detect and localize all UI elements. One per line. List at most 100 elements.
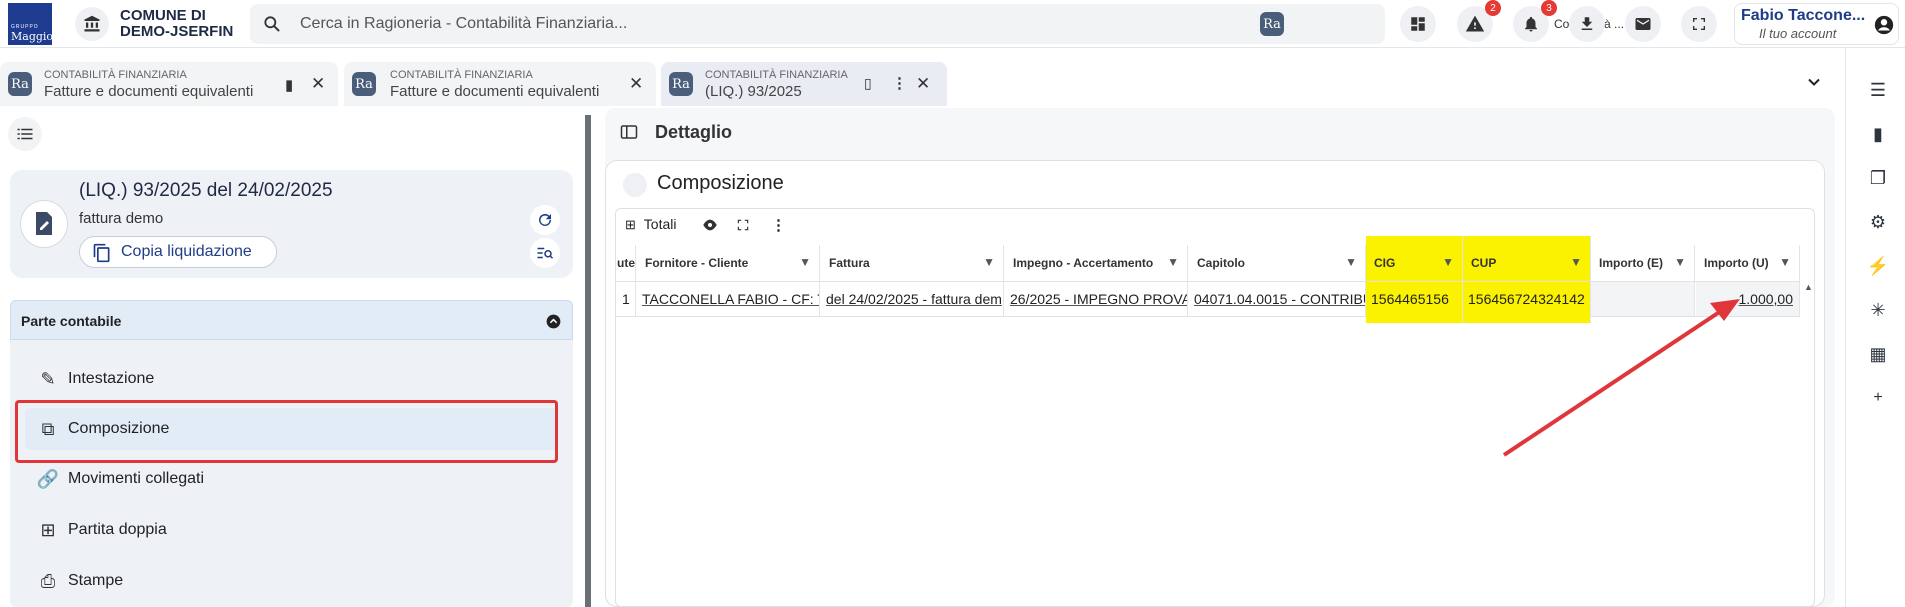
filter-icon[interactable]: ▼ xyxy=(1442,255,1454,269)
filter-icon[interactable]: ▼ xyxy=(799,255,811,269)
cell-cig[interactable]: 1564465156 xyxy=(1366,282,1463,323)
page-subtitle: fattura demo xyxy=(79,210,164,227)
scroll-up-icon[interactable]: ▲ xyxy=(1804,282,1813,292)
col-fattura[interactable]: Fattura ▼ xyxy=(821,245,1004,281)
cell-fornitore[interactable]: TACCONELLA FABIO - CF: TC xyxy=(637,282,820,316)
list-menu-icon[interactable] xyxy=(8,117,42,151)
calculator-icon[interactable]: ▦ xyxy=(1866,342,1890,366)
warning-icon xyxy=(1465,15,1485,32)
expand-icon[interactable] xyxy=(736,218,750,232)
collapse-icon[interactable] xyxy=(546,314,561,329)
col-label: Importo (U) xyxy=(1704,256,1769,270)
menu-item-movimenti-collegati[interactable]: 🔗 Movimenti collegati xyxy=(25,458,557,500)
ra-app-icon: Ra xyxy=(1260,12,1284,36)
notifications-button[interactable]: 3 xyxy=(1513,0,1557,42)
more-vert-icon[interactable]: ⋮ xyxy=(771,216,786,234)
top-bar: GRUPPO Maggioli COMUNE DI DEMO-JSERFIN C… xyxy=(0,0,1905,48)
search-input[interactable]: Cerca in Ragioneria - Contabilità Finanz… xyxy=(300,15,627,33)
add-icon[interactable]: + xyxy=(1866,386,1890,410)
hub-icon[interactable]: ✳ xyxy=(1866,298,1890,322)
checklist-icon[interactable]: ☰ xyxy=(1866,78,1890,102)
more-vert-icon[interactable]: ⋮ xyxy=(892,74,907,92)
menu-item-label: Partita doppia xyxy=(68,521,167,538)
col-label: Fornitore - Cliente xyxy=(645,256,749,270)
sidebar-toggle-icon[interactable] xyxy=(615,118,643,146)
col-capitolo[interactable]: Capitolo ▼ xyxy=(1189,245,1366,281)
refresh-icon[interactable] xyxy=(530,205,560,235)
ente-line1: COMUNE DI xyxy=(120,7,206,24)
maggioli-logo[interactable]: GRUPPO Maggioli xyxy=(8,3,60,45)
bookmark-filled-icon[interactable]: ▮ xyxy=(285,76,293,94)
search-icon xyxy=(264,16,280,32)
tab-category: CONTABILITÀ FINANZIARIA xyxy=(44,69,187,81)
totali-button[interactable]: ⊞ Totali xyxy=(625,216,676,233)
mail-icon[interactable] xyxy=(1625,6,1661,42)
user-account-button[interactable]: Fabio Taccone... Il tuo account xyxy=(1734,3,1899,45)
col-impegno[interactable]: Impegno - Accertamento ▼ xyxy=(1005,245,1188,281)
clipboard-icon[interactable]: ❐ xyxy=(1866,166,1890,190)
search-list-icon[interactable] xyxy=(530,238,560,268)
col-label: Impegno - Accertamento xyxy=(1013,256,1154,270)
ente-line2: DEMO-JSERFIN xyxy=(120,23,234,40)
tab-fatture-2[interactable]: Ra CONTABILITÀ FINANZIARIA Fatture e doc… xyxy=(344,62,656,106)
alerts-button[interactable]: 2 xyxy=(1457,0,1501,42)
close-icon[interactable]: ✕ xyxy=(311,74,325,94)
col-label: Fattura xyxy=(829,256,870,270)
filter-icon[interactable]: ▼ xyxy=(1674,255,1686,269)
settings-search-icon[interactable]: ⚙ xyxy=(1866,210,1890,234)
col-cig[interactable]: CIG ▼ xyxy=(1366,236,1463,281)
col-cup[interactable]: CUP ▼ xyxy=(1463,236,1591,281)
parte-contabile-header[interactable]: Parte contabile xyxy=(10,300,573,340)
filter-icon[interactable]: ▼ xyxy=(1570,255,1582,269)
ra-tab-icon: Ra xyxy=(8,72,32,96)
close-icon[interactable]: ✕ xyxy=(629,74,643,94)
menu-item-stampe[interactable]: ⎙ Stampe xyxy=(25,560,557,602)
copy-liquidazione-label: Copia liquidazione xyxy=(121,243,252,260)
menu-item-intestazione[interactable]: ✎ Intestazione xyxy=(25,358,557,400)
calculate-icon: ⊞ xyxy=(40,519,56,540)
download-icon[interactable] xyxy=(1569,6,1605,42)
menu-item-label: Intestazione xyxy=(68,370,155,387)
filter-icon[interactable]: ▼ xyxy=(1345,255,1357,269)
bookmark-icon[interactable]: ▯ xyxy=(864,75,872,92)
cell-impegno[interactable]: 26/2025 - IMPEGNO PROVA xyxy=(1005,282,1188,316)
tab-title: Fatture e documenti equivalenti xyxy=(44,83,254,100)
tab-fatture-1[interactable]: Ra CONTABILITÀ FINANZIARIA Fatture e doc… xyxy=(0,62,338,106)
tab-liquidazione[interactable]: Ra CONTABILITÀ FINANZIARIA (LIQ.) 93/202… xyxy=(661,62,947,106)
page-title: (LIQ.) 93/2025 del 24/02/2025 xyxy=(79,180,333,201)
cell-capitolo[interactable]: 04071.04.0015 - CONTRIBUT xyxy=(1189,282,1366,316)
filter-icon[interactable]: ▼ xyxy=(1167,255,1179,269)
bell-icon xyxy=(1525,16,1537,32)
tab-title: Fatture e documenti equivalenti xyxy=(390,83,600,100)
copy-liquidazione-button[interactable]: Copia liquidazione xyxy=(79,236,277,268)
bookmarks-icon[interactable]: ▮ xyxy=(1866,122,1890,146)
close-icon[interactable]: ✕ xyxy=(916,74,930,94)
right-rail: ☰ ▮ ❐ ⚙ ⚡ ✳ ▦ + xyxy=(1845,48,1905,607)
filter-icon[interactable]: ▼ xyxy=(983,255,995,269)
col-ute[interactable]: ute xyxy=(616,245,636,281)
row-divider xyxy=(616,316,1366,317)
search-bar[interactable]: Cerca in Ragioneria - Contabilità Finanz… xyxy=(250,4,1629,44)
col-importo-e[interactable]: Importo (E) ▼ xyxy=(1591,245,1695,281)
tab-category: CONTABILITÀ FINANZIARIA xyxy=(390,69,533,81)
col-importo-u[interactable]: Importo (U) ▼ xyxy=(1696,245,1800,281)
cell-fattura[interactable]: del 24/02/2025 - fattura dem xyxy=(821,282,1004,316)
menu-item-partita-doppia[interactable]: ⊞ Partita doppia xyxy=(25,509,557,551)
plug-icon[interactable]: ⚡ xyxy=(1866,254,1890,278)
ente-name: COMUNE DI DEMO-JSERFIN xyxy=(120,8,233,40)
panel-splitter[interactable] xyxy=(585,115,591,607)
menu-item-label: Stampe xyxy=(68,572,124,589)
filter-icon[interactable]: ▼ xyxy=(1779,255,1791,269)
chevron-down-icon[interactable] xyxy=(1804,72,1824,92)
eye-icon[interactable] xyxy=(702,218,718,232)
notifications-badge: 3 xyxy=(1541,0,1557,16)
col-fornitore[interactable]: Fornitore - Cliente ▼ xyxy=(637,245,820,281)
bank-icon[interactable] xyxy=(75,7,109,41)
row-number: 1 xyxy=(616,282,636,316)
fullscreen-icon[interactable] xyxy=(1681,6,1717,42)
col-label: Importo (E) xyxy=(1599,256,1663,270)
table-icon: ⊞ xyxy=(625,217,636,232)
dashboard-icon[interactable] xyxy=(1400,6,1436,42)
panel-toggle[interactable] xyxy=(623,173,647,197)
copy-icon xyxy=(93,243,110,263)
